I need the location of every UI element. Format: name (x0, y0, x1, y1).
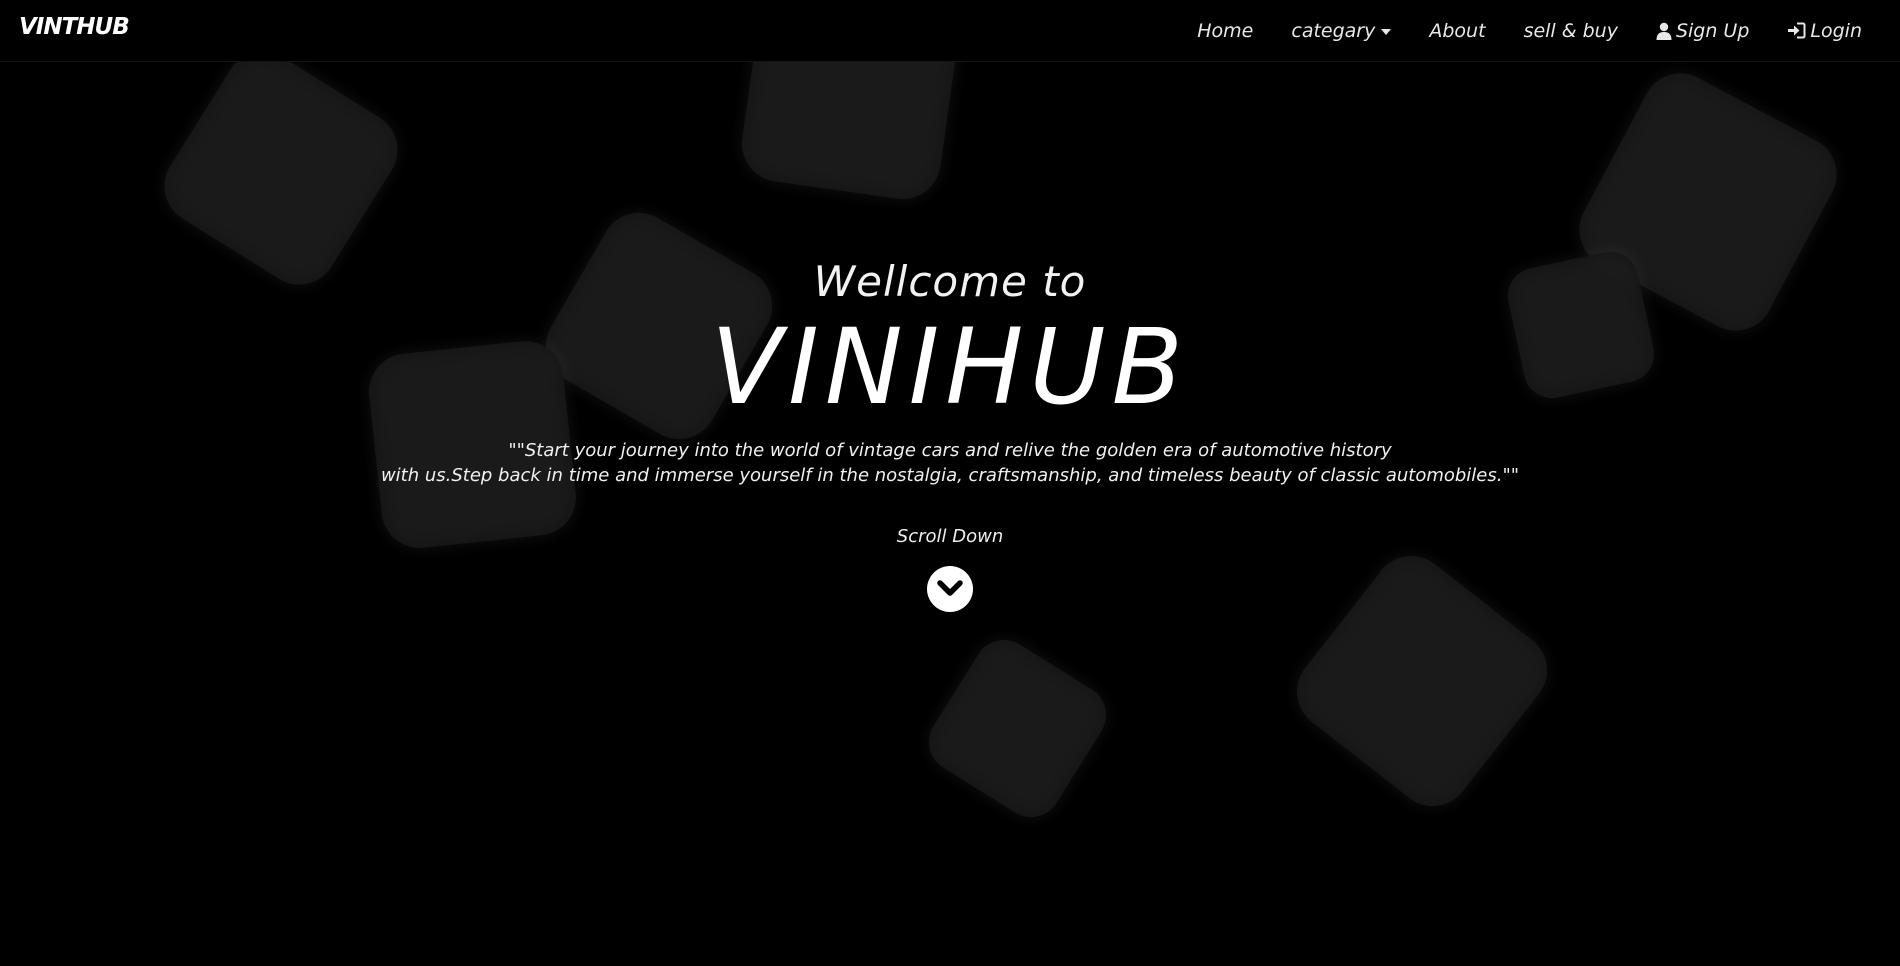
nav-login-link[interactable]: Login (1787, 20, 1862, 42)
tagline: ""Start your journey into the world of v… (0, 438, 1900, 488)
background-square (1281, 540, 1563, 822)
user-icon (1656, 22, 1672, 40)
site-title: VINIHUB (711, 306, 1189, 428)
nav-sell-buy-link[interactable]: sell & buy (1524, 20, 1618, 42)
caret-down-icon (1381, 29, 1392, 35)
welcome-heading: Wellcome to (813, 257, 1087, 306)
scroll-down-label: Scroll Down (896, 526, 1004, 547)
tagline-line-2: with us.Step back in time and immerse yo… (380, 465, 1520, 486)
background-square (737, 61, 963, 204)
nav-category-label: categary (1291, 19, 1376, 42)
nav-about-label: About (1429, 19, 1486, 42)
nav-signup-link[interactable]: Sign Up (1656, 20, 1749, 42)
nav-category-dropdown[interactable]: categary (1291, 19, 1392, 42)
scroll-down-button[interactable] (927, 566, 973, 612)
login-icon (1787, 22, 1806, 39)
nav-menu: Home categary About sell & buy Sign Up L… (1197, 0, 1900, 61)
nav-home-link[interactable]: Home (1197, 20, 1253, 42)
animated-background (0, 61, 1900, 966)
chevron-down-icon (937, 580, 963, 596)
brand-logo[interactable]: VINTHUB (19, 14, 130, 40)
navbar: VINTHUB Home categary About sell & buy S… (0, 0, 1900, 62)
background-square (917, 628, 1118, 829)
nav-login-label: Login (1810, 19, 1862, 42)
nav-about-link[interactable]: About (1429, 20, 1485, 42)
nav-sell-buy-label: sell & buy (1523, 19, 1618, 42)
tagline-line-1: ""Start your journey into the world of v… (508, 440, 1392, 461)
nav-signup-label: Sign Up (1675, 19, 1750, 42)
nav-home-label: Home (1197, 19, 1254, 42)
